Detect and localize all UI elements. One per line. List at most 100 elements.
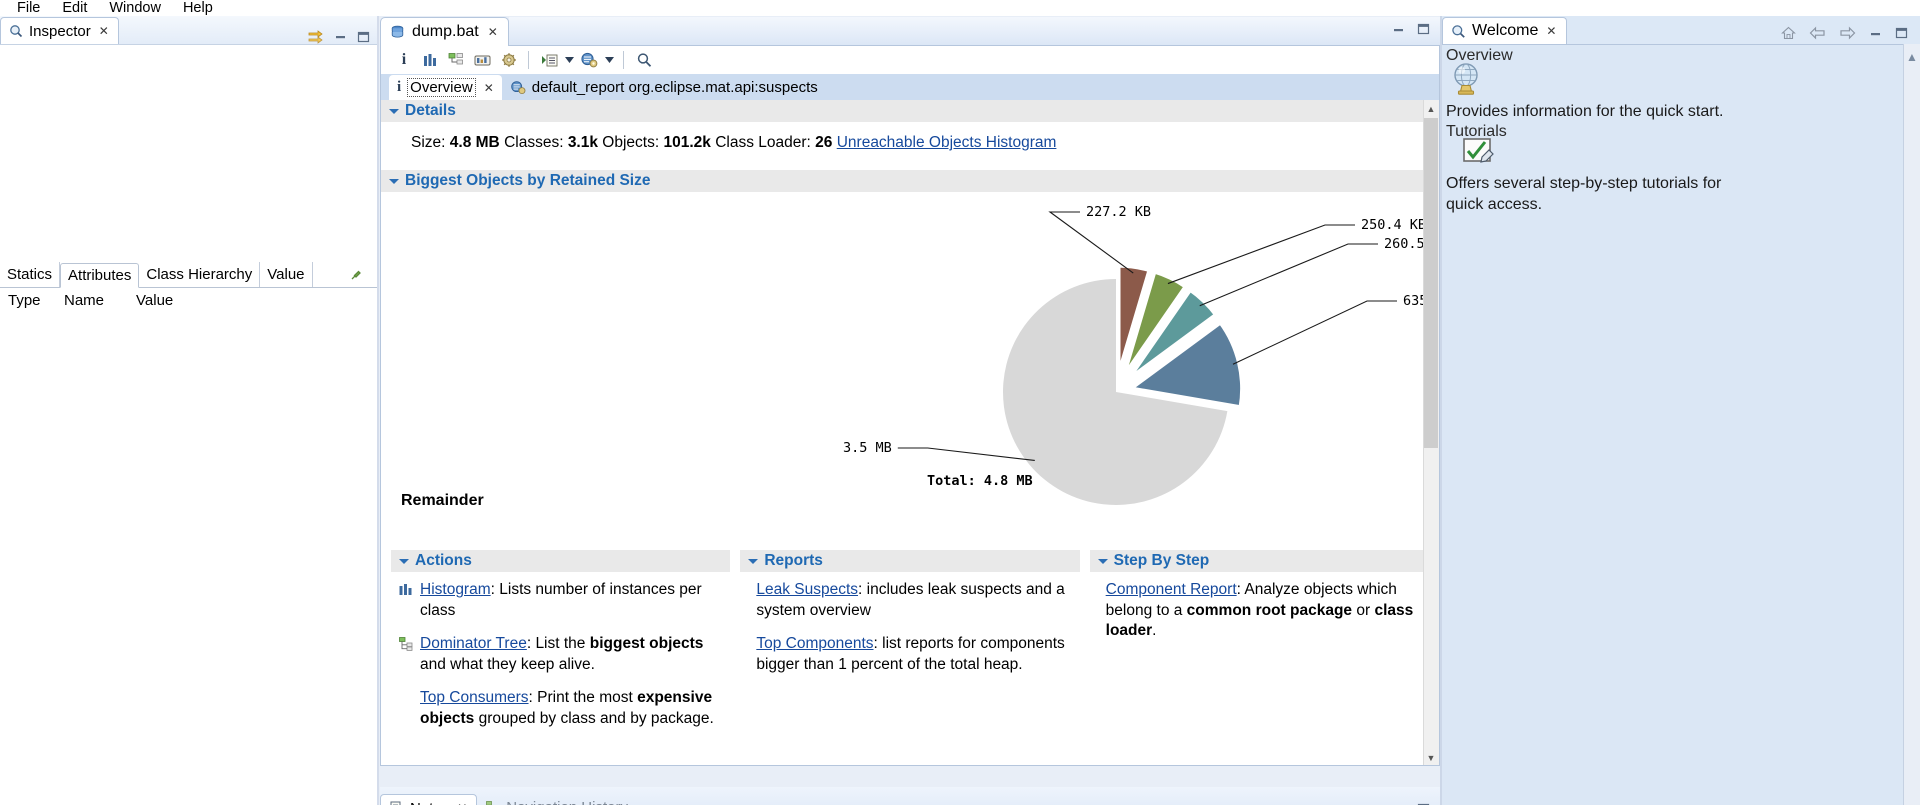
histogram-link[interactable]: Histogram <box>420 581 491 598</box>
overview-info-icon[interactable]: i <box>391 48 417 72</box>
inner-tab-default-report[interactable]: default_report org.eclipse.mat.api:suspe… <box>502 75 826 100</box>
dominator-tree-link[interactable]: Dominator Tree <box>420 635 527 652</box>
actions-column: Actions Histogram: Lists number of insta… <box>391 550 731 742</box>
welcome-vertical-scrollbar[interactable]: ▲ <box>1903 44 1920 805</box>
biggest-objects-section-header[interactable]: Biggest Objects by Retained Size <box>381 170 1439 192</box>
top-consumers-link[interactable]: Top Consumers <box>420 689 529 706</box>
histogram-icon[interactable] <box>417 48 443 72</box>
editor-tab-row: dump.bat ✕ <box>380 16 1440 46</box>
menu-item-file[interactable]: File <box>6 0 51 16</box>
pie-legend-remainder: Remainder <box>401 492 484 509</box>
scroll-down-arrow-icon[interactable]: ▼ <box>1424 749 1438 765</box>
tab-dump-bat[interactable]: dump.bat ✕ <box>380 17 509 46</box>
chevron-down-icon[interactable] <box>389 177 399 186</box>
action-top-consumers-text: Top Consumers: Print the most expensive … <box>420 688 730 729</box>
details-classloader-label: Class Loader: <box>715 134 811 151</box>
leader-line <box>1048 211 1134 274</box>
unreachable-objects-histogram-link[interactable]: Unreachable Objects Histogram <box>837 134 1057 151</box>
close-icon[interactable]: ✕ <box>457 801 467 805</box>
details-objects-label: Objects: <box>602 134 660 151</box>
welcome-tab-row: Welcome ✕ <box>1442 16 1920 44</box>
menu-item-help[interactable]: Help <box>172 0 224 16</box>
insp-tab-value[interactable]: Value <box>260 262 313 287</box>
welcome-tab-label: Welcome <box>1472 22 1539 39</box>
scroll-up-arrow-icon[interactable]: ▲ <box>1424 100 1438 117</box>
details-classes-value: 3.1k <box>567 134 598 151</box>
search-icon[interactable] <box>631 48 657 72</box>
chevron-down-icon[interactable] <box>748 557 759 566</box>
back-arrow-icon[interactable] <box>1809 26 1826 40</box>
pie-chart-svg <box>897 211 1397 505</box>
insp-tab-attributes[interactable]: Attributes <box>60 263 140 288</box>
minimize-icon[interactable] <box>334 31 347 42</box>
forward-arrow-icon[interactable] <box>1839 26 1856 40</box>
open-query-browser-chevron-down-icon[interactable] <box>562 49 576 71</box>
nav-history-label: Navigation History <box>506 799 628 805</box>
chevron-down-icon[interactable] <box>399 557 409 566</box>
report-icon <box>510 80 526 95</box>
tab-inspector[interactable]: Inspector ✕ <box>0 17 119 44</box>
report-item-top-components: Top Components: list reports for compone… <box>740 634 1079 675</box>
stepbystep-section-header[interactable]: Step By Step <box>1089 550 1429 572</box>
editor-area: dump.bat ✕ i i Overview ✕ default_report… <box>380 16 1440 786</box>
minimize-icon[interactable] <box>1869 28 1882 39</box>
maximize-icon[interactable] <box>357 31 370 43</box>
dominator-tree-icon[interactable] <box>443 48 469 72</box>
maximize-icon[interactable] <box>1417 23 1430 35</box>
welcome-toolbar <box>1781 26 1920 44</box>
action-item-dominator-tree: Dominator Tree: List the biggest objects… <box>391 634 730 675</box>
leader-line <box>1167 224 1355 285</box>
open-query-browser-icon[interactable] <box>536 48 562 72</box>
maximize-icon[interactable] <box>1895 27 1908 39</box>
details-size-label: Size: <box>411 134 446 151</box>
notes-tab-label: Notes <box>410 800 449 805</box>
leak-suspects-link[interactable]: Leak Suspects <box>756 581 858 598</box>
top-components-link[interactable]: Top Components <box>756 635 873 652</box>
dominator-desc-2: and what they keep alive. <box>420 655 595 673</box>
toolbar-separator-2 <box>623 51 624 69</box>
welcome-body: Overview Provides information for the qu… <box>1442 44 1920 805</box>
component-report-link[interactable]: Component Report <box>1106 581 1237 598</box>
home-icon[interactable] <box>1781 26 1796 40</box>
editor-vertical-scrollbar[interactable]: ▲ ▼ <box>1423 100 1439 765</box>
menu-item-edit[interactable]: Edit <box>51 0 98 16</box>
top-consumers-icon[interactable] <box>469 48 495 72</box>
navigation-history-icon <box>486 801 500 805</box>
tab-notes[interactable]: Notes ✕ <box>380 794 478 805</box>
close-icon[interactable]: ✕ <box>488 25 498 39</box>
details-body: Size: 4.8 MB Classes: 3.1k Objects: 101.… <box>381 122 1439 152</box>
tab-welcome[interactable]: Welcome ✕ <box>1442 17 1568 44</box>
editor-tab-label: dump.bat <box>412 23 479 40</box>
run-expert-system-icon[interactable] <box>495 48 521 72</box>
details-section-header[interactable]: Details <box>381 100 1439 122</box>
close-icon[interactable]: ✕ <box>484 81 494 95</box>
action-histogram-text: Histogram: Lists number of instances per… <box>420 580 730 621</box>
insp-tab-class-hierarchy[interactable]: Class Hierarchy <box>139 262 261 287</box>
inspector-divider[interactable] <box>377 16 379 805</box>
scroll-up-arrow-icon[interactable]: ▲ <box>1905 50 1919 64</box>
scrollbar-thumb[interactable] <box>1424 118 1438 448</box>
inspector-tab-label: Inspector <box>29 22 91 40</box>
actions-section-header[interactable]: Actions <box>391 550 731 572</box>
inspector-view: Inspector ✕ Statics Attributes Class Hie… <box>0 16 378 805</box>
run-report-chevron-down-icon[interactable] <box>602 49 616 71</box>
heap-dump-icon <box>390 25 405 40</box>
reports-section-header[interactable]: Reports <box>740 550 1080 572</box>
toolbar-separator <box>528 51 529 69</box>
inner-tab-overview[interactable]: i Overview ✕ <box>389 75 502 100</box>
chevron-down-icon[interactable] <box>1097 557 1108 566</box>
menu-item-window[interactable]: Window <box>98 0 172 16</box>
pin-icon[interactable] <box>349 269 378 287</box>
component-report-text: Component Report: Analyze objects which … <box>1106 580 1429 642</box>
close-icon[interactable]: ✕ <box>99 24 109 38</box>
insp-tab-statics[interactable]: Statics <box>0 262 61 287</box>
link-with-editor-icon[interactable] <box>307 29 324 44</box>
run-report-icon[interactable] <box>576 48 602 72</box>
minimize-icon[interactable] <box>1392 24 1405 35</box>
close-icon[interactable]: ✕ <box>1546 24 1556 38</box>
bottom-columns: Actions Histogram: Lists number of insta… <box>381 550 1439 742</box>
tab-navigation-history[interactable]: Navigation History <box>477 794 637 805</box>
inspector-icon <box>9 24 23 38</box>
chevron-down-icon[interactable] <box>389 107 399 116</box>
actions-section-title: Actions <box>415 552 472 569</box>
